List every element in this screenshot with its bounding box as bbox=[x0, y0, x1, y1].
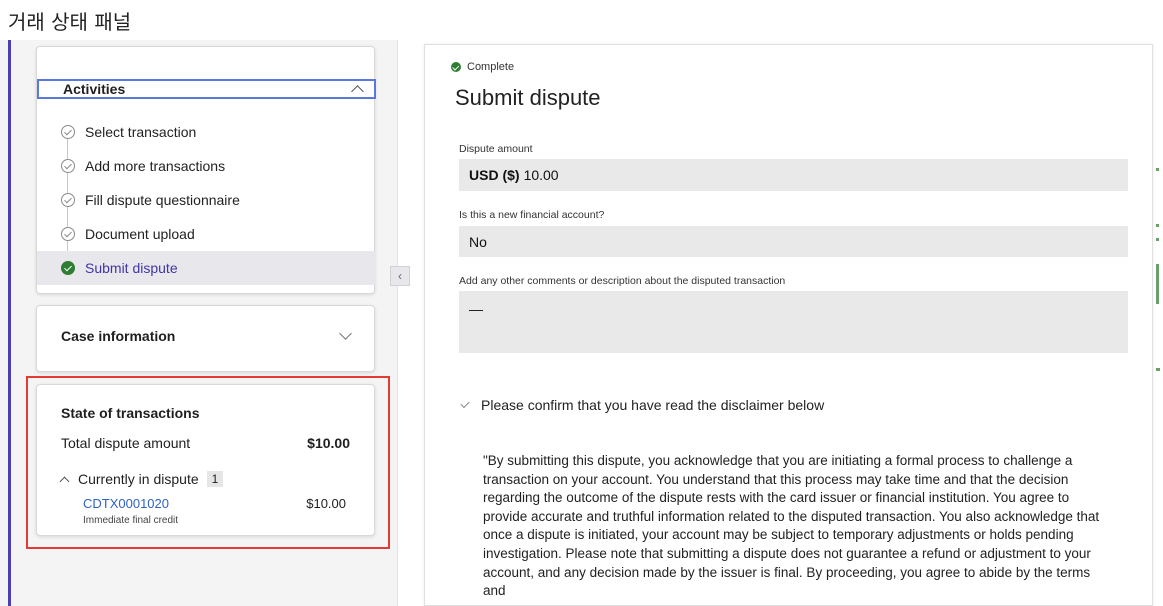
transaction-subtitle: Immediate final credit bbox=[83, 515, 179, 526]
case-information-header[interactable]: Case information bbox=[61, 327, 352, 344]
check-circle-icon bbox=[61, 193, 75, 207]
page-caption: 거래 상태 패널 bbox=[8, 10, 132, 34]
collapse-sidebar-button[interactable]: ‹ bbox=[390, 266, 410, 286]
main-panel: Complete Submit dispute Dispute amount U… bbox=[424, 44, 1153, 606]
activities-accordion-header[interactable]: Activities bbox=[37, 79, 376, 99]
step-select-transaction[interactable]: Select transaction bbox=[37, 115, 376, 159]
currency-code: USD ($) bbox=[469, 167, 520, 183]
page-title: Submit dispute bbox=[455, 85, 601, 110]
activities-card: Activities Select transaction Add more t… bbox=[36, 46, 376, 294]
step-label: Add more transactions bbox=[85, 158, 226, 174]
disclaimer-text: "By submitting this dispute, you acknowl… bbox=[483, 453, 1100, 599]
case-information-title: Case information bbox=[61, 328, 176, 344]
status-text: Complete bbox=[467, 61, 515, 73]
currently-in-dispute-label: Currently in dispute bbox=[78, 471, 199, 487]
chevron-up-icon bbox=[59, 476, 70, 486]
step-add-more-transactions[interactable]: Add more transactions bbox=[37, 149, 376, 193]
check-circle-icon bbox=[61, 227, 75, 241]
comments-value: — bbox=[469, 301, 483, 317]
step-label: Submit dispute bbox=[85, 260, 178, 276]
activities-title: Activities bbox=[63, 81, 126, 97]
check-circle-icon bbox=[61, 125, 75, 139]
new-account-field: No bbox=[459, 226, 1128, 257]
comments-label: Add any other comments or description ab… bbox=[459, 275, 786, 287]
state-of-transactions-title: State of transactions bbox=[61, 405, 200, 421]
transaction-id-link[interactable]: CDTX0001020 bbox=[83, 496, 169, 511]
sidebar-accent-bar bbox=[8, 40, 11, 606]
activities-step-list: Select transaction Add more transactions… bbox=[37, 115, 376, 285]
step-label: Document upload bbox=[85, 226, 195, 242]
checkmark-icon bbox=[460, 398, 470, 409]
new-account-label: Is this a new financial account? bbox=[459, 209, 605, 221]
currently-in-dispute-toggle[interactable]: Currently in dispute 1 bbox=[59, 471, 224, 487]
transaction-amount: $10.00 bbox=[306, 496, 346, 511]
status-indicator: Complete bbox=[451, 61, 514, 73]
disclaimer-confirm-label: Please confirm that you have read the di… bbox=[481, 397, 825, 413]
step-submit-dispute[interactable]: Submit dispute bbox=[37, 251, 376, 285]
right-edge-markers bbox=[1156, 0, 1163, 606]
total-dispute-row: Total dispute amount $10.00 bbox=[61, 435, 350, 451]
check-circle-filled-icon bbox=[61, 261, 75, 275]
step-document-upload[interactable]: Document upload bbox=[37, 217, 376, 261]
dispute-amount-value: 10.00 bbox=[523, 167, 559, 183]
step-label: Select transaction bbox=[85, 124, 197, 140]
new-account-value: No bbox=[469, 233, 487, 250]
step-label: Fill dispute questionnaire bbox=[85, 192, 240, 208]
total-dispute-label: Total dispute amount bbox=[61, 435, 191, 451]
state-of-transactions-card: State of transactions Total dispute amou… bbox=[36, 384, 375, 536]
chevron-left-icon: ‹ bbox=[398, 269, 402, 283]
check-circle-filled-icon bbox=[451, 62, 461, 72]
dispute-amount-field: USD ($) 10.00 bbox=[459, 159, 1128, 191]
check-circle-icon bbox=[61, 159, 75, 173]
total-dispute-amount: $10.00 bbox=[307, 435, 350, 451]
chevron-down-icon bbox=[339, 327, 352, 340]
chevron-up-icon bbox=[351, 85, 364, 98]
comments-field: — bbox=[459, 291, 1128, 353]
disclaimer-confirm-checkbox[interactable]: Please confirm that you have read the di… bbox=[460, 397, 825, 413]
dispute-count-badge: 1 bbox=[206, 471, 224, 487]
step-fill-dispute-questionnaire[interactable]: Fill dispute questionnaire bbox=[37, 183, 376, 227]
dispute-amount-label: Dispute amount bbox=[459, 143, 533, 155]
case-information-card[interactable]: Case information bbox=[36, 305, 375, 372]
